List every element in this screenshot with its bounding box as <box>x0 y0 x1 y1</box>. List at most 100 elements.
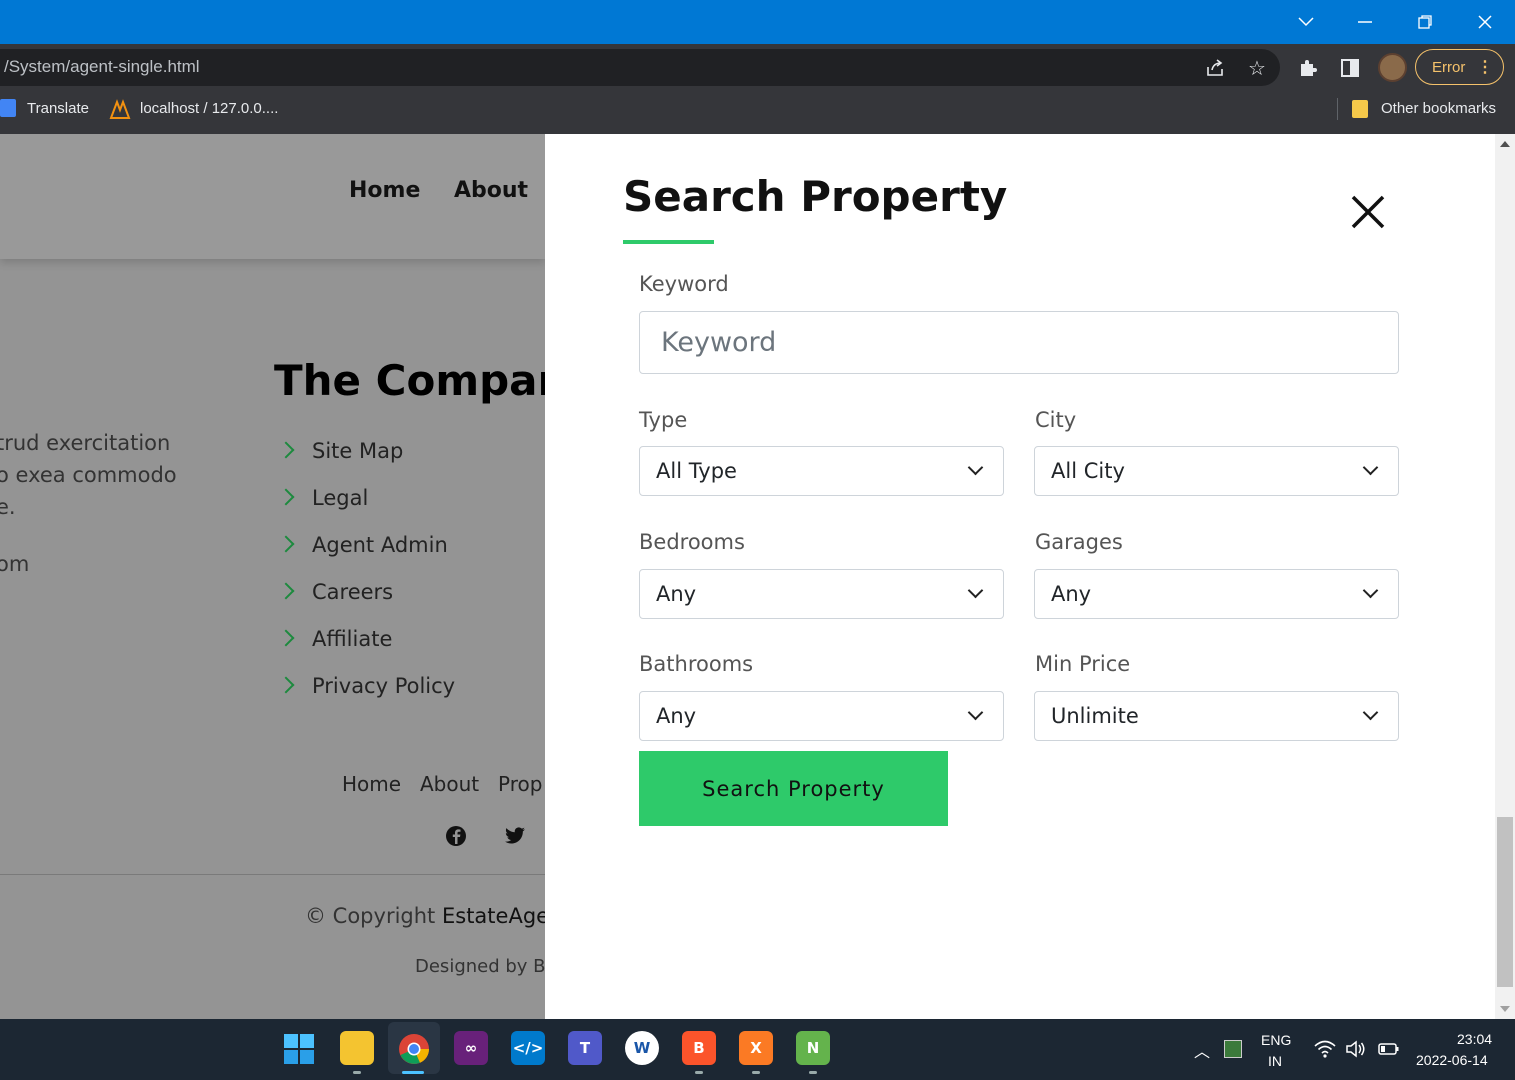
footer-nav-about[interactable]: About <box>420 772 479 796</box>
link-label: Site Map <box>312 439 404 463</box>
netbeans-icon[interactable]: N <box>796 1031 830 1065</box>
minimize-button[interactable] <box>1342 0 1388 44</box>
brave-icon[interactable]: B <box>682 1031 716 1065</box>
panel-title: Search Property <box>623 172 1008 221</box>
windows-start-icon[interactable] <box>284 1034 314 1068</box>
url-text[interactable]: /System/agent-single.html <box>4 57 200 77</box>
city-label: City <box>1035 408 1077 432</box>
body-text-line: e. <box>0 495 16 519</box>
copyright-brand: EstateAger <box>441 904 545 928</box>
share-icon[interactable] <box>1200 53 1230 83</box>
copyright-prefix: © Copyright <box>305 904 436 928</box>
visual-studio-icon[interactable]: ∞ <box>454 1031 488 1065</box>
scrollbar-thumb[interactable] <box>1497 817 1513 987</box>
keyword-input[interactable]: Keyword <box>639 311 1399 374</box>
bathrooms-select[interactable]: Any <box>639 691 1004 741</box>
body-text-line: trud exercitation <box>0 431 171 455</box>
keyword-label: Keyword <box>639 272 729 296</box>
language-indicator[interactable]: ENG <box>1261 1032 1291 1048</box>
running-indicator <box>809 1071 817 1074</box>
link-label: Legal <box>312 486 369 510</box>
garages-value: Any <box>1051 582 1092 606</box>
link-label: Careers <box>312 580 394 604</box>
running-indicator <box>695 1071 703 1074</box>
garages-select[interactable]: Any <box>1034 569 1399 619</box>
bookmark-star-icon[interactable]: ☆ <box>1242 53 1272 83</box>
bookmark-divider <box>1337 98 1338 120</box>
chevron-down-icon <box>967 582 984 599</box>
vscode-icon[interactable]: </> <box>511 1031 545 1065</box>
copyright-text: © Copyright EstateAger <box>305 904 545 928</box>
min-price-value: Unlimite <box>1051 704 1139 728</box>
other-bookmarks[interactable]: Other bookmarks <box>1381 100 1496 117</box>
type-label: Type <box>639 408 688 432</box>
type-select[interactable]: All Type <box>639 446 1004 496</box>
nav-about[interactable]: About <box>454 178 528 203</box>
footer-link-affiliate[interactable]: Affiliate <box>277 627 393 651</box>
footer-divider <box>0 874 545 875</box>
extensions-icon[interactable] <box>1293 53 1323 83</box>
chevron-down-icon[interactable] <box>1283 0 1329 44</box>
error-button[interactable]: Error ⋮ <box>1415 49 1504 85</box>
bedrooms-value: Any <box>656 582 697 606</box>
wordpad-icon[interactable]: W <box>625 1031 659 1065</box>
body-text-line: om <box>0 552 30 576</box>
facebook-icon[interactable] <box>445 825 467 851</box>
side-panel-icon[interactable] <box>1335 53 1365 83</box>
chevron-down-icon <box>967 459 984 476</box>
footer-link-sitemap[interactable]: Site Map <box>277 439 404 463</box>
bathrooms-label: Bathrooms <box>639 652 754 676</box>
footer-nav-home[interactable]: Home <box>342 772 401 796</box>
chevron-right-icon <box>277 582 295 600</box>
profile-avatar[interactable] <box>1378 53 1407 82</box>
footer-link-privacy[interactable]: Privacy Policy <box>277 674 455 698</box>
folder-icon <box>1352 100 1368 118</box>
chevron-right-icon <box>277 629 295 647</box>
footer-nav-property[interactable]: Prop <box>498 772 542 796</box>
footer-link-legal[interactable]: Legal <box>277 486 369 510</box>
company-heading: The Compan <box>274 356 545 405</box>
bookmark-localhost[interactable]: localhost / 127.0.0.... <box>140 100 278 117</box>
footer-link-agent-admin[interactable]: Agent Admin <box>277 533 448 557</box>
link-label: Agent Admin <box>312 533 448 557</box>
file-explorer-icon[interactable] <box>340 1031 374 1065</box>
garages-label: Garages <box>1035 530 1123 554</box>
running-indicator <box>752 1071 760 1074</box>
restore-button[interactable] <box>1402 0 1448 44</box>
tray-app-icon[interactable] <box>1224 1040 1242 1058</box>
search-property-button[interactable]: Search Property <box>639 751 948 826</box>
city-select[interactable]: All City <box>1034 446 1399 496</box>
body-text-line: o exea commodo <box>0 463 177 487</box>
clock-time[interactable]: 23:04 <box>1457 1031 1492 1047</box>
close-icon[interactable] <box>1346 190 1390 234</box>
volume-icon[interactable] <box>1345 1040 1367 1062</box>
bookmark-translate[interactable]: Translate <box>27 100 89 117</box>
close-window-button[interactable] <box>1462 0 1508 44</box>
xampp-icon[interactable]: X <box>739 1031 773 1065</box>
clock-date[interactable]: 2022-06-14 <box>1416 1052 1488 1068</box>
link-label: Affiliate <box>312 627 393 651</box>
city-value: All City <box>1051 459 1125 483</box>
region-indicator[interactable]: IN <box>1268 1053 1282 1069</box>
wifi-icon[interactable] <box>1314 1040 1336 1062</box>
scroll-up-arrow-icon[interactable] <box>1500 141 1510 147</box>
background-page: Home About The Compan trud exercitation … <box>0 134 545 1019</box>
twitter-icon[interactable] <box>504 827 526 849</box>
chevron-right-icon <box>277 488 295 506</box>
scroll-down-arrow-icon[interactable] <box>1500 1006 1510 1012</box>
teams-icon[interactable]: T <box>568 1031 602 1065</box>
nav-home[interactable]: Home <box>349 178 420 203</box>
bedrooms-label: Bedrooms <box>639 530 745 554</box>
min-price-select[interactable]: Unlimite <box>1034 691 1399 741</box>
battery-icon[interactable] <box>1376 1041 1400 1061</box>
footer-link-careers[interactable]: Careers <box>277 580 394 604</box>
chevron-up-icon[interactable]: ︿ <box>1194 1038 1210 1062</box>
chevron-right-icon <box>277 441 295 459</box>
bedrooms-select[interactable]: Any <box>639 569 1004 619</box>
chevron-down-icon <box>1362 582 1379 599</box>
chevron-down-icon <box>967 704 984 721</box>
phpmyadmin-icon <box>109 98 131 124</box>
more-menu-icon: ⋮ <box>1477 59 1493 76</box>
chevron-down-icon <box>1362 704 1379 721</box>
chrome-icon[interactable] <box>398 1033 430 1069</box>
